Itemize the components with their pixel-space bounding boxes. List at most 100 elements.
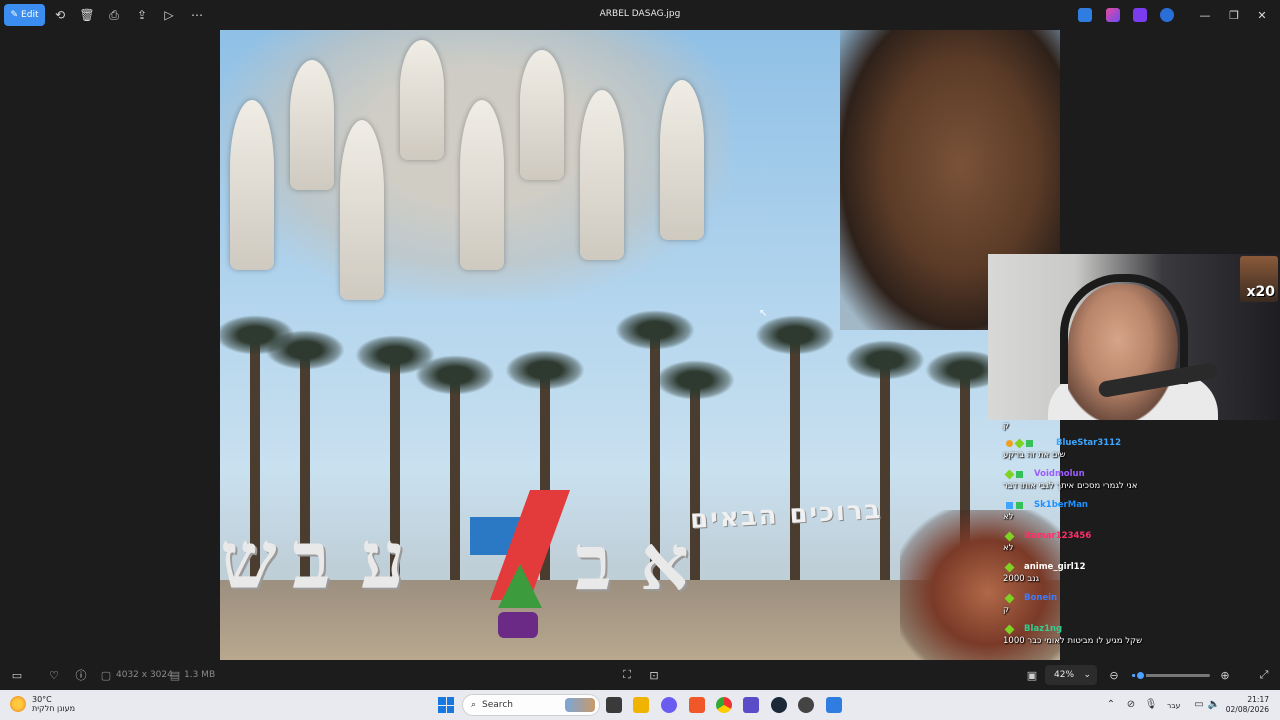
taskbar-search[interactable]: ⌕ Search — [462, 694, 600, 716]
chat-message-text: ק — [1003, 421, 1010, 431]
fit-to-window-icon[interactable]: ⛶ — [620, 668, 634, 682]
aspect-ratio-icon[interactable]: ▣ — [1025, 668, 1039, 682]
file-explorer-icon[interactable] — [633, 697, 649, 713]
chat-message: anime_girl12 גנב 2000 — [1000, 561, 1280, 585]
print-icon[interactable]: ⎙ — [106, 7, 122, 23]
microphone-tray-icon[interactable]: 🎙 — [1145, 698, 1158, 710]
start-button[interactable] — [438, 697, 454, 713]
chat-username: anime_girl12 — [1024, 562, 1086, 572]
slideshow-icon[interactable]: ▷ — [161, 7, 177, 23]
task-view-icon[interactable] — [606, 697, 622, 713]
delete-icon[interactable]: 🗑 — [79, 7, 95, 23]
chat-username-row: Bonein — [1000, 592, 1280, 604]
search-placeholder: Search — [482, 700, 513, 710]
chat-message-text: לא — [1003, 543, 1014, 553]
chat-message: Bonein ק — [1000, 592, 1280, 616]
chat-message-text: אני לגמרי מסכים איתך לגבי אותו דבר — [1003, 481, 1138, 491]
windows-taskbar: 30°C מעונן חלקית ⌕ Search ⌃ ⊘ 🎙 עבר ▭ 🔈 … — [0, 690, 1280, 720]
badge-icon — [1016, 470, 1023, 478]
zoom-in-icon[interactable]: ⊕ — [1218, 668, 1232, 682]
multiplier-text: x20 — [1246, 284, 1275, 300]
chat-message: Itamar123456 לא — [1000, 530, 1280, 554]
palm-tree-top — [415, 355, 495, 395]
headset-icon — [1060, 274, 1188, 384]
chat-message-text: לא — [1003, 512, 1014, 522]
zoom-slider[interactable] — [1132, 670, 1210, 681]
app-integration-icon[interactable] — [1078, 8, 1092, 22]
chevron-up-icon[interactable]: ⌃ — [1105, 698, 1117, 710]
badge-icon — [1004, 469, 1015, 479]
mouse-cursor-icon: ↖ — [759, 308, 768, 319]
zoom-dropdown[interactable]: 42% ⌄ — [1045, 665, 1097, 685]
chat-message-text: ק — [1003, 605, 1010, 615]
designer-icon[interactable] — [1106, 8, 1120, 22]
rotate-icon[interactable]: ⟲ — [52, 7, 68, 23]
info-icon[interactable]: ⓘ — [74, 668, 88, 682]
share-icon[interactable]: ⇪ — [134, 7, 150, 23]
image-dimensions: 4032 x 3024 — [116, 670, 173, 680]
chat-username-row: Sk1berMan — [1000, 499, 1280, 511]
favorite-icon[interactable]: ♡ — [47, 668, 61, 682]
palm-tree-top — [755, 315, 835, 355]
close-icon[interactable]: ✕ — [1253, 6, 1271, 24]
language-indicator[interactable]: עבר — [1167, 701, 1180, 710]
steam-icon[interactable] — [771, 697, 787, 713]
webcam-overlay — [988, 254, 1280, 420]
more-options-icon[interactable]: ⋯ — [189, 7, 205, 23]
chat-username-row: BlueStar3112 — [1000, 437, 1280, 449]
chat-username: Blaz1ng — [1024, 624, 1063, 634]
dimensions-icon: ▢ — [100, 668, 112, 682]
photos-app-window: ✎ Edit ⟲ 🗑 ⎙ ⇪ ▷ ⋯ ARBEL DASAG.jpg — ❐ ✕ — [0, 0, 1280, 690]
chrome-icon[interactable] — [716, 697, 732, 713]
chat-username: Itamar123456 — [1024, 531, 1092, 541]
file-size: 1.3 MB — [184, 670, 216, 680]
fullscreen-icon[interactable]: ⤢ — [1257, 668, 1271, 682]
palm-tree-top — [845, 340, 925, 380]
clipchamp-icon[interactable] — [1133, 8, 1147, 22]
badge-icon — [1006, 501, 1013, 509]
robed-figure — [460, 100, 504, 270]
brave-browser-icon[interactable] — [689, 697, 705, 713]
filmstrip-icon[interactable]: ▭ — [10, 668, 24, 682]
badge-icon — [1004, 531, 1015, 541]
badge-icon — [1016, 501, 1023, 509]
robed-figure — [400, 40, 444, 160]
chat-message: Blaz1ng שקל מגיע לו מביטות לאומי כבר 100… — [1000, 623, 1280, 647]
robed-figure — [340, 120, 384, 300]
weather-widget[interactable]: 30°C מעונן חלקית — [10, 695, 75, 713]
obsidian-icon[interactable] — [743, 697, 759, 713]
volume-icon[interactable]: 🔈 — [1208, 698, 1220, 710]
edit-button-label: Edit — [21, 10, 39, 20]
clock-date[interactable]: 02/08/2026 — [1224, 705, 1269, 714]
sign-letter: ב — [575, 518, 612, 607]
chat-username-row: Itamar123456 — [1000, 530, 1280, 542]
robed-figure — [230, 100, 274, 270]
search-icon: ⌕ — [471, 700, 477, 710]
sign-letter: א — [640, 518, 689, 607]
chat-overlay: ק BlueStar3112 שים את זה ברקע Voidmolun … — [1000, 420, 1280, 660]
chat-message-text: גנב 2000 — [1003, 574, 1040, 584]
maximize-icon[interactable]: ❐ — [1225, 6, 1243, 24]
badge-icon — [1006, 439, 1013, 447]
obs-icon[interactable] — [798, 697, 814, 713]
clock-time[interactable]: 21:17 — [1229, 695, 1269, 704]
network-off-icon[interactable]: ⊘ — [1125, 698, 1137, 710]
zoom-out-icon[interactable]: ⊖ — [1107, 668, 1121, 682]
file-size-icon: ▤ — [169, 668, 181, 682]
photos-app-icon[interactable] — [826, 697, 842, 713]
zoom-value: 42% — [1054, 670, 1075, 680]
discord-icon[interactable] — [661, 697, 677, 713]
actual-size-icon[interactable]: ⊡ — [647, 668, 661, 682]
onedrive-icon[interactable] — [1160, 8, 1174, 22]
weather-sun-icon — [10, 696, 26, 712]
badge-icon — [1004, 593, 1015, 603]
zoom-slider-thumb[interactable] — [1134, 670, 1146, 681]
palm-tree-top — [265, 330, 345, 370]
sign-letter: ש — [220, 513, 277, 607]
weather-description: מעונן חלקית — [32, 704, 76, 713]
badge-icon — [1014, 438, 1025, 448]
edit-button[interactable]: ✎ Edit — [4, 4, 45, 26]
badge-icon — [1026, 439, 1033, 447]
minimize-icon[interactable]: — — [1196, 6, 1214, 24]
display-icon[interactable]: ▭ — [1193, 698, 1205, 710]
